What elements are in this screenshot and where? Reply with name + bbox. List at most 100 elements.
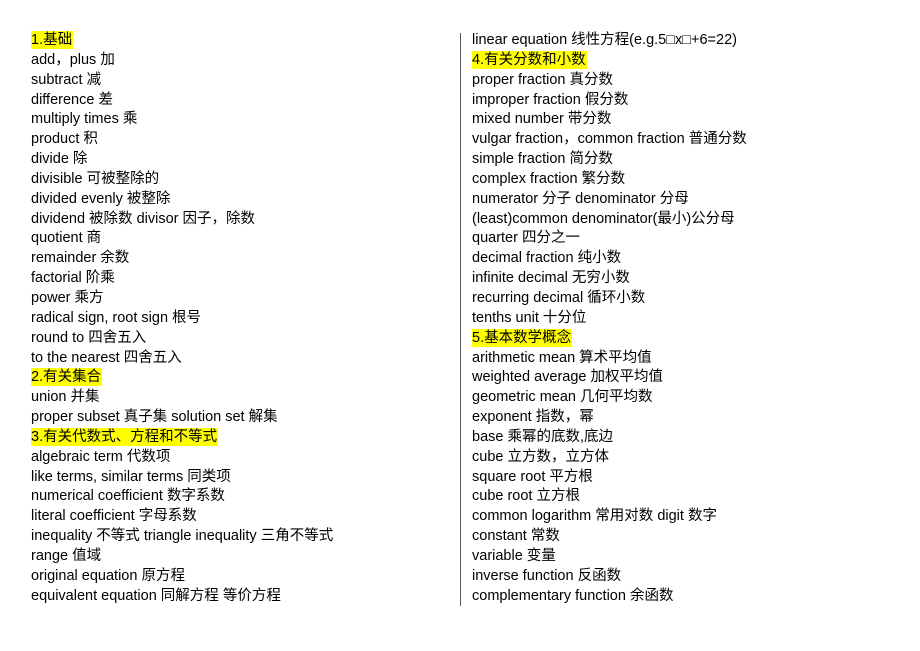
vocab-entry-text: constant 常数: [472, 528, 560, 545]
vocab-entry-text: dividend 被除数 divisor 因子，除数: [31, 210, 255, 227]
vocab-entry-text: cube 立方数，立方体: [472, 448, 609, 465]
vocab-entry-divide: divide 除: [31, 150, 333, 170]
vocab-entry-text: proper subset 真子集 solution set 解集: [31, 409, 278, 426]
vocab-entry-union: union 并集: [31, 388, 333, 408]
vocab-entry-algebraic-term: algebraic term 代数项: [31, 448, 333, 468]
vocab-entry-text: quotient 商: [31, 230, 102, 247]
vocab-entry-text: product 积: [31, 131, 98, 148]
vocab-entry-complementary-function: complementary function 余函数: [472, 587, 747, 607]
vocab-entry-text: range 值域: [31, 547, 102, 564]
section-heading-text: 1.基础: [31, 31, 74, 49]
vocab-entry-proper-subset-solution-set: proper subset 真子集 solution set 解集: [31, 408, 333, 428]
vocab-entry-text: weighted average 加权平均值: [472, 369, 663, 386]
vocab-entry-difference: difference 差: [31, 91, 333, 111]
vocab-entry-text: power 乘方: [31, 289, 104, 306]
vocab-entry-text: divisible 可被整除的: [31, 170, 160, 187]
section-heading: 3.有关代数式、方程和不等式: [31, 427, 333, 448]
vocab-entry-text: divided evenly 被整除: [31, 190, 171, 207]
vocab-entry-text: radical sign, root sign 根号: [31, 309, 202, 326]
vocab-entry-text: mixed number 带分数: [472, 111, 612, 128]
vocab-entry-text: proper fraction 真分数: [472, 71, 614, 88]
vocab-entry-least-common-denominator: (least)common denominator(最小)公分母: [472, 210, 747, 230]
vocab-entry-text: exponent 指数，幂: [472, 409, 594, 426]
vocab-entry-add-plus: add，plus 加: [31, 51, 333, 71]
vocab-entry-range: range 值域: [31, 547, 333, 567]
vocab-entry-text: remainder 余数: [31, 250, 130, 267]
vocab-entry-radical-sign-root-sign: radical sign, root sign 根号: [31, 309, 333, 329]
vocab-entry-cube: cube 立方数，立方体: [472, 448, 747, 468]
vocab-entry-numerical-coefficient: numerical coefficient 数字系数: [31, 487, 333, 507]
right-column: linear equation 线性方程(e.g.5□x□+6=22) 4.有关分…: [472, 31, 747, 606]
vocab-entry-divided-evenly: divided evenly 被整除: [31, 190, 333, 210]
vocab-entry-exponent: exponent 指数，幂: [472, 408, 747, 428]
vocab-entry-text: variable 变量: [472, 547, 556, 564]
vocab-entry-text: multiply times 乘: [31, 111, 138, 128]
vocab-entry-text: union 并集: [31, 389, 100, 406]
vocab-entry-proper-fraction: proper fraction 真分数: [472, 71, 747, 91]
vocab-entry-text: (least)common denominator(最小)公分母: [472, 210, 735, 227]
vocab-entry-original-equation: original equation 原方程: [31, 567, 333, 587]
vocab-entry-subtract: subtract 减: [31, 71, 333, 91]
vocab-entry-text: decimal fraction 纯小数: [472, 250, 622, 267]
vocab-entry-square-root: square root 平方根: [472, 468, 747, 488]
section-heading: 2.有关集合: [31, 368, 333, 388]
vocab-entry-mixed-number: mixed number 带分数: [472, 110, 747, 130]
vocab-entry-weighted-average: weighted average 加权平均值: [472, 368, 747, 388]
section-heading: 1.基础: [31, 31, 333, 51]
vocab-entry-text: like terms, similar terms 同类项: [31, 468, 231, 485]
vocab-entry-text: round to 四舍五入: [31, 329, 147, 346]
vocab-entry-text: inequality 不等式 triangle inequality 三角不等式: [31, 528, 334, 545]
vocab-entry-quarter: quarter 四分之一: [472, 229, 747, 249]
vocab-entry-dividend-divisor: dividend 被除数 divisor 因子，除数: [31, 210, 333, 230]
vocab-entry-base: base 乘幂的底数,底边: [472, 428, 747, 448]
section-heading: 4.有关分数和小数: [472, 50, 747, 71]
vocab-entry-tenths-unit: tenths unit 十分位: [472, 309, 747, 329]
vocab-entry-text: numerator 分子 denominator 分母: [472, 190, 689, 207]
vocab-entry-variable: variable 变量: [472, 547, 747, 567]
vocab-entry-text: geometric mean 几何平均数: [472, 389, 653, 406]
vocab-entry-inequality-triangle-inequality: inequality 不等式 triangle inequality 三角不等式: [31, 527, 333, 547]
vocab-entry-text: subtract 减: [31, 71, 102, 88]
vocab-entry-text: to the nearest 四舍五入: [31, 349, 182, 366]
vocab-entry-text: numerical coefficient 数字系数: [31, 488, 225, 505]
vocab-entry-text: add，plus 加: [31, 51, 115, 68]
vocab-entry-text: inverse function 反函数: [472, 567, 622, 584]
vocab-entry-text: literal coefficient 字母系数: [31, 508, 197, 525]
vocab-entry-quotient: quotient 商: [31, 229, 333, 249]
vocab-entry-factorial: factorial 阶乘: [31, 269, 333, 289]
vocab-entry-literal-coefficient: literal coefficient 字母系数: [31, 507, 333, 527]
vocab-entry-to-the-nearest: to the nearest 四舍五入: [31, 349, 333, 369]
vocab-entry-text: factorial 阶乘: [31, 270, 115, 287]
vocab-entry-inverse-function: inverse function 反函数: [472, 567, 747, 587]
vocab-entry-round-to: round to 四舍五入: [31, 329, 333, 349]
vocab-entry-text: square root 平方根: [472, 468, 593, 485]
vocab-entry-arithmetic-mean: arithmetic mean 算术平均值: [472, 349, 747, 369]
section-heading-text: 2.有关集合: [31, 368, 103, 387]
vocab-entry-equivalent-equation: equivalent equation 同解方程 等价方程: [31, 587, 333, 607]
vocab-entry-text: complementary function 余函数: [472, 587, 674, 604]
vocab-entry-text: equivalent equation 同解方程 等价方程: [31, 587, 281, 604]
vocab-entry-text: vulgar fraction，common fraction 普通分数: [472, 131, 747, 148]
vocab-entry-text: divide 除: [31, 151, 88, 168]
vocab-entry-geometric-mean: geometric mean 几何平均数: [472, 388, 747, 408]
vocab-entry-vulgar-fraction-common-fraction: vulgar fraction，common fraction 普通分数: [472, 130, 747, 150]
section-heading-text: 5.基本数学概念: [472, 328, 573, 347]
vocab-entry-text: algebraic term 代数项: [31, 448, 171, 465]
vocab-entry-simple-fraction: simple fraction 简分数: [472, 150, 747, 170]
vocab-entry-text: arithmetic mean 算术平均值: [472, 349, 652, 366]
vocab-entry-text: infinite decimal 无穷小数: [472, 270, 630, 287]
section-heading: 5.基本数学概念: [472, 328, 747, 349]
vocab-entry-complex-fraction: complex fraction 繁分数: [472, 170, 747, 190]
vocab-entry-text: tenths unit 十分位: [472, 309, 587, 326]
vocab-entry-text: complex fraction 繁分数: [472, 170, 626, 187]
vocab-entry-text: original equation 原方程: [31, 567, 185, 584]
vocab-entry-power: power 乘方: [31, 289, 333, 309]
vocab-entry-constant: constant 常数: [472, 527, 747, 547]
vocab-entry-text: improper fraction 假分数: [472, 91, 629, 108]
vocab-entry-text: linear equation 线性方程(e.g.5□x□+6=22): [472, 32, 737, 48]
vocab-entry-text: base 乘幂的底数,底边: [472, 428, 613, 445]
vocab-entry-numerator-denominator: numerator 分子 denominator 分母: [472, 190, 747, 210]
left-column: 1.基础 add，plus 加 subtract 减 difference 差 mult…: [31, 31, 333, 606]
vocab-entry-linear-equation-e-g-5-x-6-22: linear equation 线性方程(e.g.5□x□+6=22): [472, 31, 747, 51]
vocab-entry-multiply-times: multiply times 乘: [31, 110, 333, 130]
